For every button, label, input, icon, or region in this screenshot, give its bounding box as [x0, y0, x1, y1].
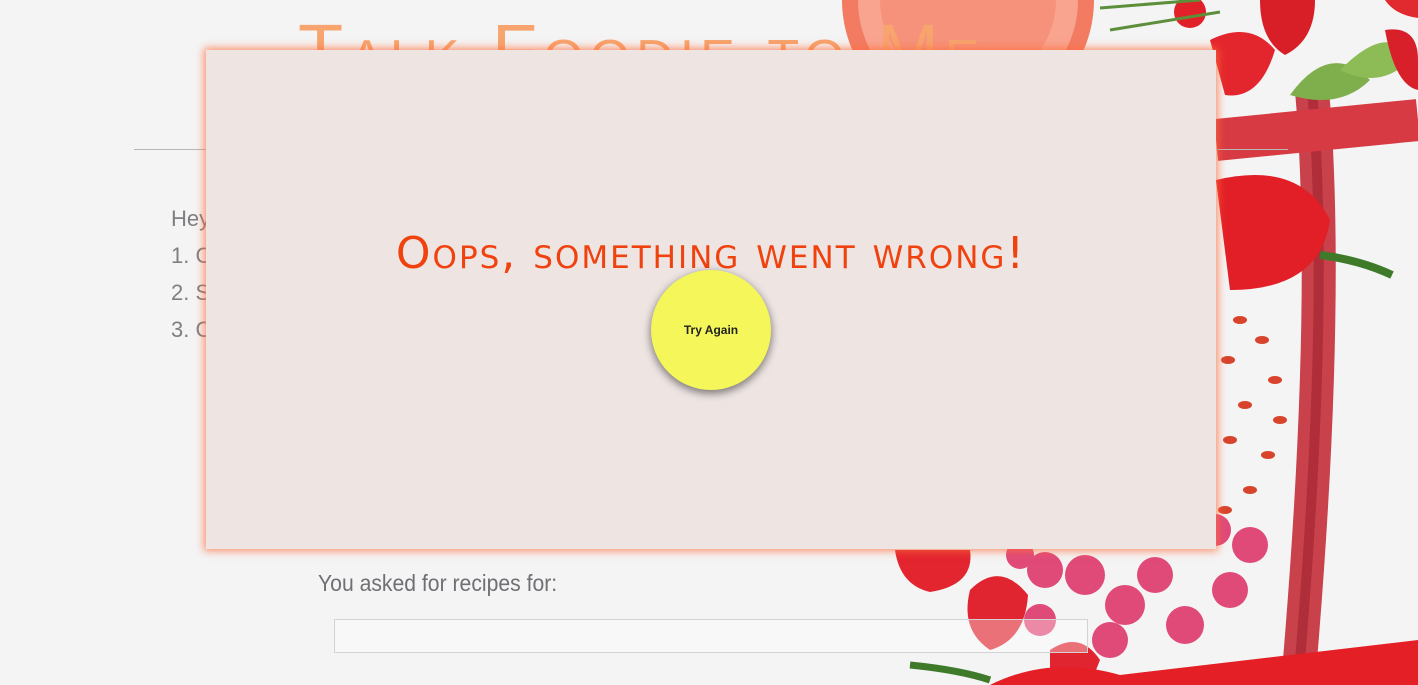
- asked-recipes-label: You asked for recipes for:: [318, 570, 558, 596]
- recipe-query-field: [334, 619, 1088, 653]
- error-modal: Oops, something went wrong! Try Again: [206, 50, 1216, 549]
- try-again-button[interactable]: Try Again: [651, 270, 771, 390]
